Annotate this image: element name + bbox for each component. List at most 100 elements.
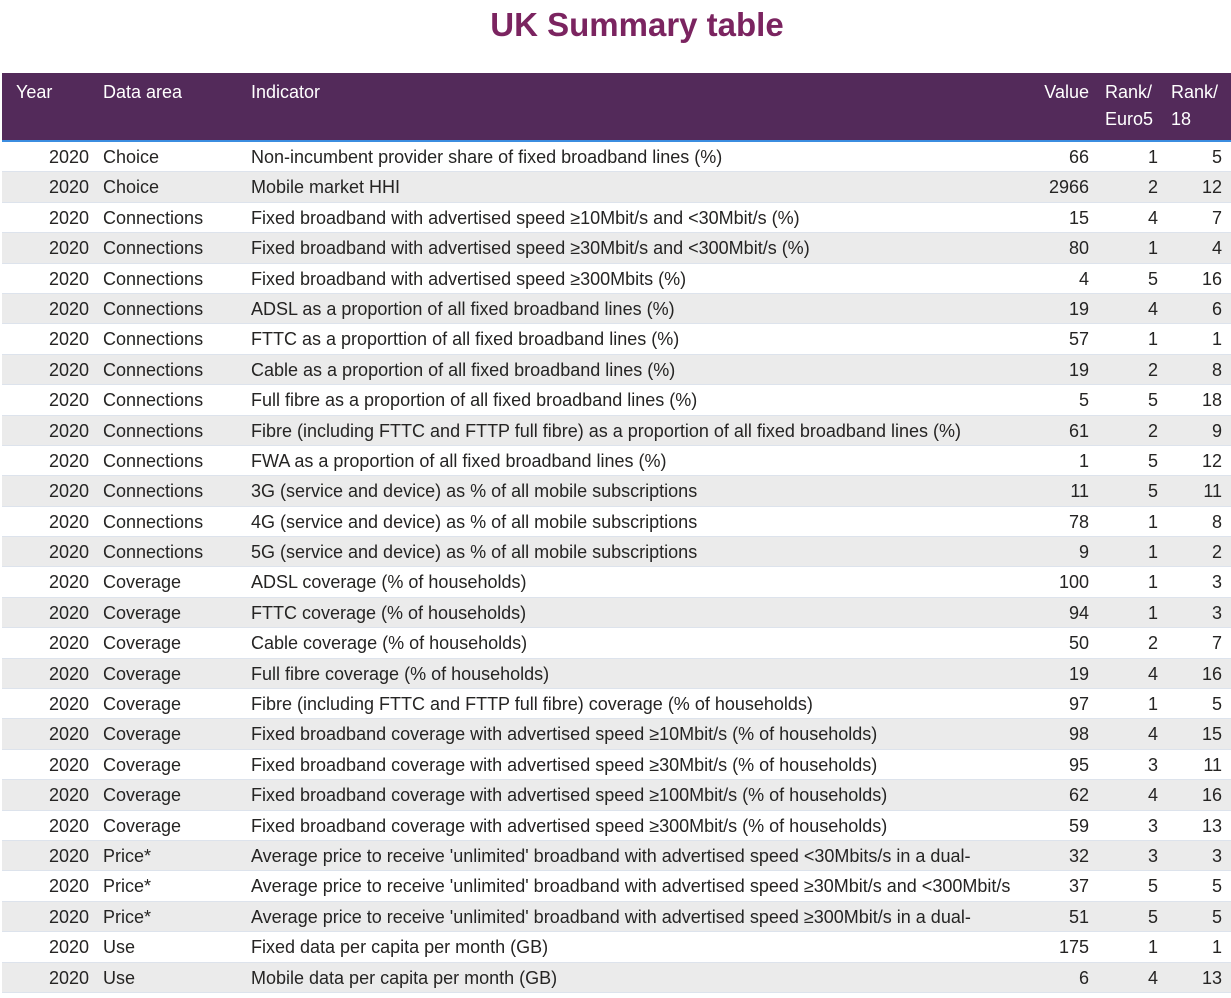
table-row[interactable]: 2020 Coverage Cable coverage (% of househo… <box>2 628 1231 659</box>
table-row[interactable]: 2020 Coverage Fixed broadband coverage wit… <box>2 749 1231 781</box>
table-row[interactable]: 2020 Connections Fixed broadband with adve… <box>2 202 1231 234</box>
cell-data-area: Connections <box>103 329 204 350</box>
cell-indicator: Cable as a proportion of all fixed broad… <box>251 359 676 380</box>
cell-value: 9 <box>1078 542 1089 563</box>
cell-data-area: Coverage <box>103 785 182 806</box>
cell-value: 95 <box>1068 754 1089 775</box>
cell-year: 2020 <box>48 967 89 988</box>
cell-data-area: Coverage <box>103 694 182 715</box>
column-header-rank-18[interactable]: Rank/ 18 <box>1171 79 1218 133</box>
table-row[interactable]: 2020 Use Fixed data per capita per month (… <box>2 932 1231 963</box>
table-row[interactable]: 2020 Price* Average price to receive 'unli… <box>2 901 1231 933</box>
cell-indicator: 3G (service and device) as % of all mobi… <box>251 481 698 502</box>
cell-data-area: Connections <box>103 542 204 563</box>
table-row[interactable]: 2020 Connections Full fibre as a proportio… <box>2 385 1231 416</box>
cell-value: 37 <box>1068 876 1089 897</box>
table-row[interactable]: 2020 Connections 3G (service and device) a… <box>2 476 1231 507</box>
table-row[interactable]: 2020 Coverage Fixed broadband coverage wit… <box>2 810 1231 841</box>
table-row[interactable]: 2020 Connections Fixed broadband with adve… <box>2 233 1231 264</box>
table-row[interactable]: 2020 Connections 5G (service and device) a… <box>2 537 1231 568</box>
cell-data-area: Choice <box>103 147 160 167</box>
rank-18-line2: 18 <box>1171 109 1192 129</box>
cell-rank-18: 13 <box>1201 967 1222 988</box>
cell-rank-euro5: 4 <box>1147 663 1158 684</box>
cell-rank-euro5: 1 <box>1147 147 1158 167</box>
cell-rank-euro5: 1 <box>1147 602 1158 623</box>
cell-data-area: Coverage <box>103 572 182 593</box>
cell-data-area: Price* <box>103 845 152 866</box>
table-row[interactable]: 2020 Coverage Fixed broadband coverage wit… <box>2 780 1231 811</box>
table-row[interactable]: 2020 Choice Mobile market HHI 2966 2 12 <box>2 172 1231 203</box>
cell-indicator: Fixed broadband coverage with advertised… <box>251 815 888 836</box>
cell-rank-18: 1 <box>1211 937 1222 958</box>
cell-year: 2020 <box>48 542 89 563</box>
column-header-rank-euro5[interactable]: Rank/ Euro5 <box>1105 79 1153 133</box>
cell-year: 2020 <box>48 876 89 897</box>
cell-value: 57 <box>1068 329 1089 350</box>
cell-year: 2020 <box>48 785 89 806</box>
cell-year: 2020 <box>48 906 89 927</box>
table-row[interactable]: 2020 Connections Fixed broadband with adve… <box>2 263 1231 294</box>
table-row[interactable]: 2020 Coverage Fibre (including FTTC and FT… <box>2 689 1231 720</box>
cell-rank-18: 8 <box>1211 511 1222 532</box>
cell-rank-18: 11 <box>1203 754 1222 775</box>
cell-data-area: Coverage <box>103 633 182 654</box>
cell-indicator: Mobile market HHI <box>251 177 401 198</box>
cell-rank-18: 5 <box>1211 694 1222 715</box>
cell-data-area: Connections <box>103 390 204 411</box>
cell-data-area: Connections <box>103 298 204 319</box>
table-row[interactable]: 2020 Choice Non-incumbent provider share o… <box>2 142 1231 173</box>
cell-data-area: Connections <box>103 420 204 441</box>
cell-rank-euro5: 1 <box>1147 937 1158 958</box>
cell-data-area: Use <box>103 937 136 958</box>
column-header-year[interactable]: Year <box>16 79 52 106</box>
table-row[interactable]: 2020 Connections Fibre (including FTTC and… <box>2 415 1231 446</box>
cell-rank-euro5: 1 <box>1147 542 1158 563</box>
cell-rank-euro5: 4 <box>1147 785 1158 806</box>
table-row[interactable]: 2020 Coverage FTTC coverage (% of househol… <box>2 597 1231 629</box>
rank-euro5-line2: Euro5 <box>1105 109 1154 129</box>
table-row[interactable]: 2020 Coverage ADSL coverage (% of househol… <box>2 567 1231 598</box>
cell-indicator: Non-incumbent provider share of fixed br… <box>251 147 723 167</box>
table-row[interactable]: 2020 Price* Average price to receive 'unli… <box>2 871 1231 902</box>
cell-rank-18: 16 <box>1201 663 1222 684</box>
cell-data-area: Coverage <box>103 724 182 745</box>
table-row[interactable]: 2020 Coverage Fixed broadband coverage wit… <box>2 719 1231 750</box>
cell-data-area: Connections <box>103 511 204 532</box>
cell-indicator: Cable coverage (% of households) <box>251 633 528 654</box>
cell-year: 2020 <box>48 147 89 167</box>
column-header-indicator[interactable]: Indicator <box>251 79 320 106</box>
table-row[interactable]: 2020 Connections FWA as a proportion of al… <box>2 445 1231 477</box>
rank-euro5-line1: Rank/ <box>1105 82 1153 102</box>
table-row[interactable]: 2020 Coverage Full fibre coverage (% of ho… <box>2 658 1231 690</box>
cell-year: 2020 <box>48 724 89 745</box>
table-row[interactable]: 2020 Connections ADSL as a proportion of a… <box>2 293 1231 325</box>
cell-rank-euro5: 5 <box>1147 906 1158 927</box>
cell-year: 2020 <box>48 238 89 259</box>
cell-value: 59 <box>1068 815 1089 836</box>
cell-rank-euro5: 1 <box>1147 572 1158 593</box>
cell-indicator: ADSL coverage (% of households) <box>251 572 527 593</box>
table-row[interactable]: 2020 Use Mobile data per capita per month … <box>2 962 1231 993</box>
cell-value: 32 <box>1068 845 1089 866</box>
column-header-value[interactable]: Value <box>1032 79 1089 106</box>
cell-rank-18: 7 <box>1211 633 1222 654</box>
cell-indicator: Fixed broadband coverage with advertised… <box>251 754 878 775</box>
cell-year: 2020 <box>48 420 89 441</box>
cell-indicator: ADSL as a proportion of all fixed broadb… <box>251 298 675 319</box>
cell-rank-euro5: 4 <box>1147 298 1158 319</box>
column-header-data-area[interactable]: Data area <box>103 79 182 106</box>
cell-rank-euro5: 2 <box>1147 177 1158 198</box>
cell-indicator: 5G (service and device) as % of all mobi… <box>251 542 698 563</box>
cell-value: 98 <box>1068 724 1089 745</box>
cell-rank-euro5: 2 <box>1147 359 1158 380</box>
cell-rank-18: 15 <box>1201 724 1222 745</box>
table-row[interactable]: 2020 Connections Cable as a proportion of … <box>2 354 1231 386</box>
cell-rank-euro5: 5 <box>1147 450 1158 471</box>
table-row[interactable]: 2020 Connections FTTC as a proporttion of … <box>2 324 1231 355</box>
cell-rank-euro5: 5 <box>1147 390 1158 411</box>
cell-value: 19 <box>1068 359 1089 380</box>
table-row[interactable]: 2020 Connections 4G (service and device) a… <box>2 506 1231 538</box>
cell-value: 4 <box>1078 268 1089 289</box>
table-row[interactable]: 2020 Price* Average price to receive 'unli… <box>2 840 1231 872</box>
